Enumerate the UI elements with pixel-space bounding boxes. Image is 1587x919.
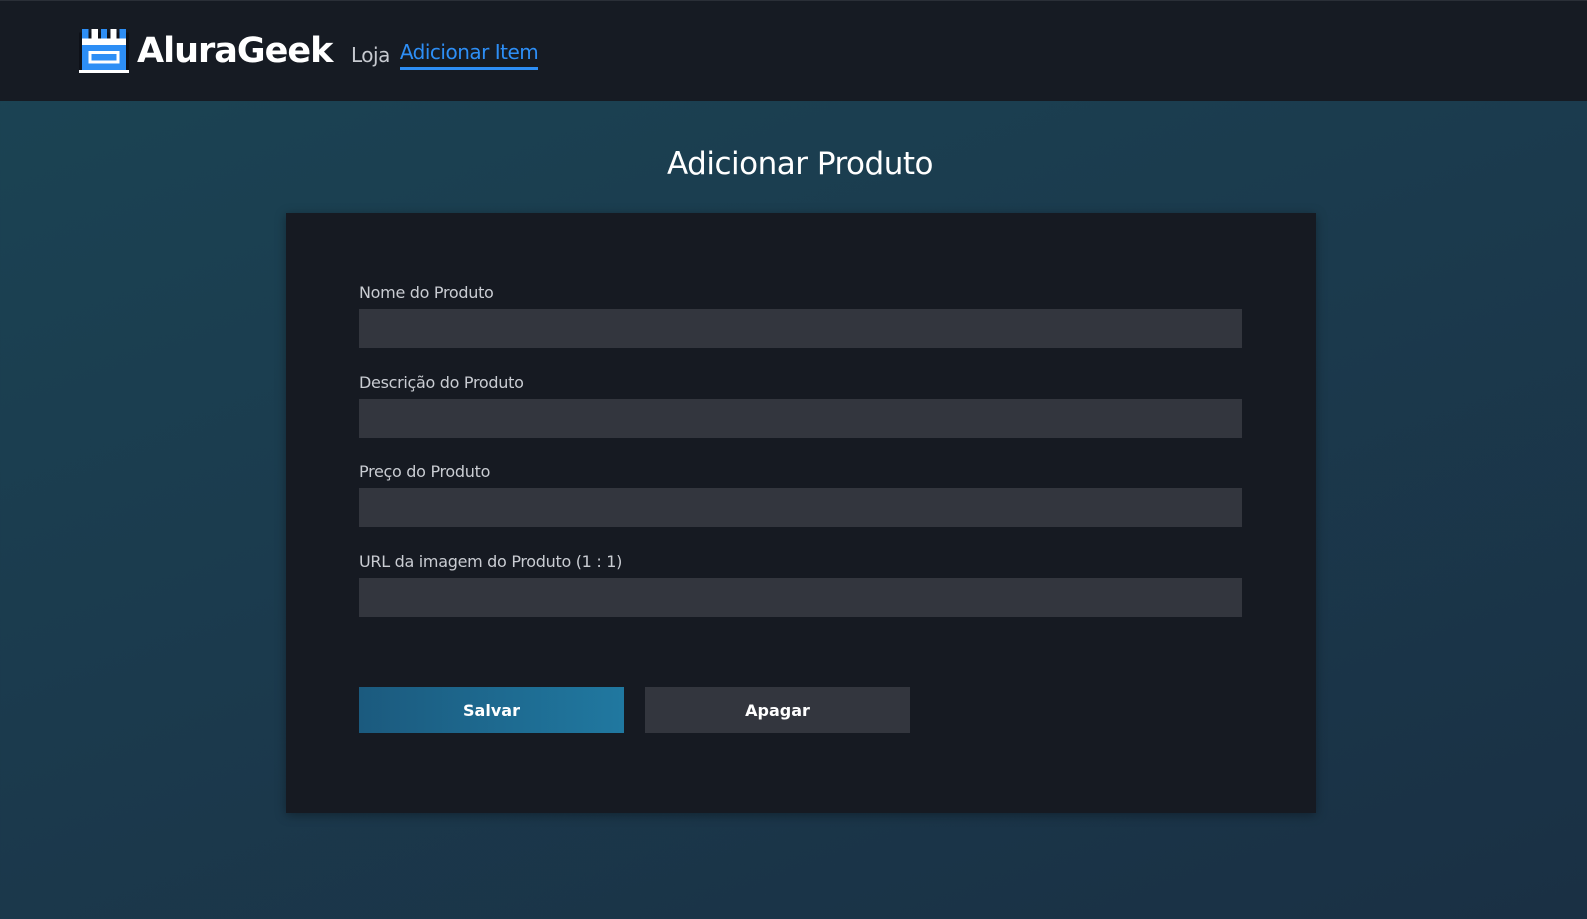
clear-button[interactable]: Apagar xyxy=(645,687,910,733)
nome-produto-input[interactable] xyxy=(359,309,1242,348)
top-navbar: AluraGeek Loja Adicionar Item xyxy=(0,0,1587,101)
logo[interactable]: AluraGeek xyxy=(79,26,333,76)
field-descricao-produto: Descrição do Produto xyxy=(359,373,1242,438)
field-nome-produto: Nome do Produto xyxy=(359,283,1242,348)
descricao-produto-label: Descrição do Produto xyxy=(359,373,524,392)
save-button[interactable]: Salvar xyxy=(359,687,624,733)
nav-link-loja[interactable]: Loja xyxy=(351,40,390,70)
brand-name: AluraGeek xyxy=(137,31,333,71)
url-imagem-input[interactable] xyxy=(359,578,1242,617)
main-nav: Loja Adicionar Item xyxy=(351,37,539,70)
nome-produto-label: Nome do Produto xyxy=(359,283,494,302)
preco-produto-input[interactable] xyxy=(359,488,1242,527)
nav-link-adicionar-item[interactable]: Adicionar Item xyxy=(399,37,539,70)
product-form-card: Nome do Produto Descrição do Produto Pre… xyxy=(286,213,1316,813)
page-title: Adicionar Produto xyxy=(667,146,933,182)
preco-produto-label: Preço do Produto xyxy=(359,462,491,481)
field-preco-produto: Preço do Produto xyxy=(359,462,1242,527)
url-imagem-label: URL da imagem do Produto (1 : 1) xyxy=(359,552,623,571)
storefront-icon xyxy=(79,29,129,73)
descricao-produto-input[interactable] xyxy=(359,399,1242,438)
field-url-imagem: URL da imagem do Produto (1 : 1) xyxy=(359,552,1242,617)
